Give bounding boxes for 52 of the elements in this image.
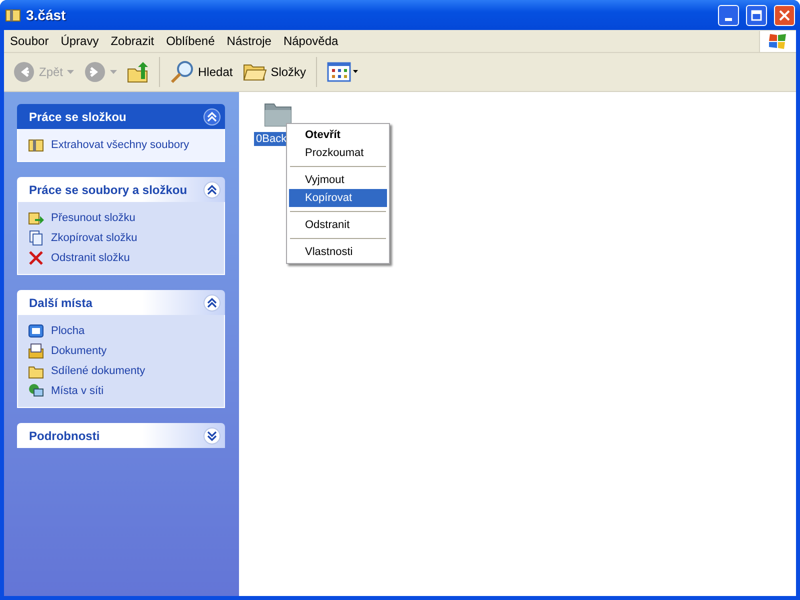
panel-header[interactable]: Práce se soubory a složkou — [17, 177, 225, 202]
task-link[interactable]: Odstranit složku — [51, 252, 130, 264]
documents-icon — [28, 343, 44, 359]
file-label[interactable]: 0Back — [254, 132, 289, 146]
close-icon — [779, 10, 790, 20]
maximize-button[interactable] — [746, 4, 767, 26]
menu-item[interactable]: Nápověda — [277, 34, 344, 48]
task-link[interactable]: Sdílené dokumenty — [51, 365, 146, 377]
close-button[interactable] — [774, 4, 795, 26]
panel-header[interactable]: Práce se složkou — [17, 104, 225, 129]
menu-item[interactable]: Zobrazit — [104, 34, 160, 48]
views-icon — [327, 62, 360, 82]
network-icon — [28, 383, 44, 399]
caret-icon — [110, 70, 118, 74]
context-menu-item[interactable]: Kopírovat — [289, 189, 387, 207]
task-link[interactable]: Dokumenty — [51, 345, 107, 357]
menu-item[interactable]: Soubor — [4, 34, 55, 48]
zip-folder-icon — [5, 7, 21, 23]
menu-item[interactable]: Oblíbené — [160, 34, 221, 48]
minimize-button[interactable] — [718, 4, 739, 26]
menu-item[interactable]: Nástroje — [220, 34, 278, 48]
context-menu-item[interactable]: Otevřít — [289, 126, 387, 144]
panel-header[interactable]: Další místa — [17, 290, 225, 315]
menu-item[interactable]: Úpravy — [54, 34, 105, 48]
zip-icon — [28, 137, 44, 153]
caret-icon — [67, 70, 74, 74]
copy-icon — [28, 230, 44, 246]
context-menu-item[interactable]: Vyjmout — [289, 171, 387, 189]
delete-icon — [28, 250, 44, 266]
collapse-icon[interactable] — [203, 180, 221, 198]
context-menu-item[interactable]: Prozkoumat — [289, 144, 387, 162]
move-icon — [28, 210, 44, 226]
desktop-icon — [28, 323, 44, 339]
folders-button[interactable]: Složky — [240, 59, 310, 85]
minimize-icon — [725, 18, 732, 20]
maximize-icon — [751, 10, 762, 20]
windows-logo-icon — [768, 32, 788, 50]
collapse-icon[interactable] — [203, 108, 221, 126]
context-menu-item[interactable]: Odstranit — [289, 216, 387, 234]
folder-up-icon — [127, 61, 150, 83]
panel-header[interactable]: Podrobnosti — [17, 423, 225, 448]
task-link[interactable]: Místa v síti — [51, 385, 104, 397]
expand-icon[interactable] — [203, 426, 221, 444]
task-link[interactable]: Přesunout složku — [51, 212, 136, 224]
search-icon — [170, 60, 194, 84]
collapse-icon[interactable] — [203, 294, 221, 312]
context-menu-item[interactable]: Vlastnosti — [289, 243, 387, 261]
task-link[interactable]: Plocha — [51, 325, 85, 337]
task-link[interactable]: Extrahovat všechny soubory — [51, 139, 190, 151]
search-button[interactable]: Hledat — [167, 58, 236, 86]
task-link[interactable]: Zkopírovat složku — [51, 232, 138, 244]
window-title: 3.část — [26, 7, 67, 23]
